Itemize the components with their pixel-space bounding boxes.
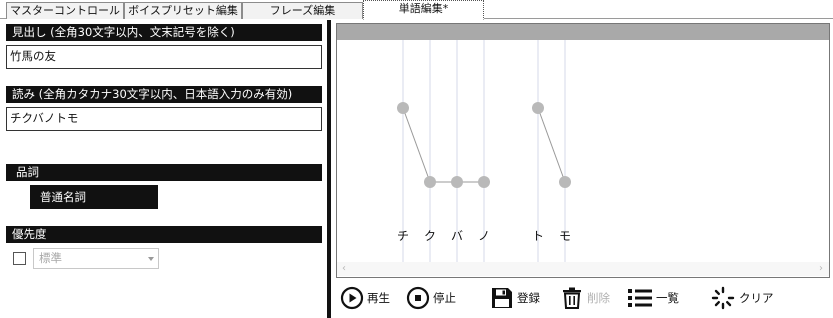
chevron-down-icon xyxy=(148,257,154,261)
stop-label: 停止 xyxy=(433,291,456,305)
tab-word-edit[interactable]: 単語編集* xyxy=(363,0,484,20)
tab-voice-preset-edit[interactable]: ボイスプリセット編集 xyxy=(124,2,242,19)
register-label: 登録 xyxy=(517,291,540,305)
part-of-speech-header: 品詞 xyxy=(6,164,322,181)
spinner-clear-icon xyxy=(711,286,735,310)
priority-select[interactable]: 標準 xyxy=(33,248,159,269)
delete-label: 削除 xyxy=(587,291,610,305)
register-button[interactable]: 登録 xyxy=(490,284,540,312)
floppy-disk-icon xyxy=(492,288,512,308)
tab-bar: マスターコントロール ボイスプリセット編集 フレーズ編集 単語編集* xyxy=(0,0,833,20)
priority-select-value: 標準 xyxy=(39,251,62,265)
clear-label: クリア xyxy=(739,291,774,305)
play-label: 再生 xyxy=(367,291,390,305)
priority-checkbox[interactable] xyxy=(13,252,26,265)
mora-label: ク xyxy=(424,229,436,243)
list-icon xyxy=(628,289,652,307)
play-circle-icon xyxy=(340,286,364,310)
scroll-right-icon[interactable]: › xyxy=(815,262,827,276)
accent-point[interactable] xyxy=(532,102,544,114)
mora-label: バ xyxy=(451,229,463,243)
accent-point[interactable] xyxy=(559,176,571,188)
play-button[interactable]: 再生 xyxy=(340,284,390,312)
accent-connector xyxy=(402,107,431,183)
list-button[interactable]: 一覧 xyxy=(627,284,679,312)
horizontal-scrollbar[interactable] xyxy=(337,262,829,276)
reading-header: 読み (全角カタカナ30文字以内、日本語入力のみ有効) xyxy=(6,86,322,103)
accent-connector xyxy=(537,107,566,183)
stop-circle-icon xyxy=(406,286,430,310)
part-of-speech-button[interactable]: 普通名詞 xyxy=(30,185,158,209)
trash-icon xyxy=(563,287,581,309)
accent-point[interactable] xyxy=(424,176,436,188)
reading-input[interactable]: チクバノトモ xyxy=(6,107,322,131)
accent-graph[interactable]: チクバノトモ xyxy=(337,40,829,262)
tab-phrase-edit[interactable]: フレーズ編集 xyxy=(242,2,363,19)
mora-label: ト xyxy=(532,229,544,243)
mora-label: ノ xyxy=(478,229,490,243)
accent-point[interactable] xyxy=(397,102,409,114)
list-label: 一覧 xyxy=(656,291,679,305)
delete-button[interactable]: 削除 xyxy=(560,284,610,312)
headword-header: 見出し (全角30文字以内、文末記号を除く) xyxy=(6,24,322,41)
accent-point[interactable] xyxy=(478,176,490,188)
headword-input[interactable]: 竹馬の友 xyxy=(6,45,322,69)
accent-point[interactable] xyxy=(451,176,463,188)
tab-master-control[interactable]: マスターコントロール xyxy=(6,2,124,19)
stop-button[interactable]: 停止 xyxy=(406,284,456,312)
priority-header: 優先度 xyxy=(6,226,322,243)
scroll-left-icon[interactable]: ‹ xyxy=(338,262,350,276)
accent-editor-header-bar xyxy=(337,24,829,40)
mora-label: チ xyxy=(397,229,409,243)
mora-label: モ xyxy=(559,229,571,243)
clear-button[interactable]: クリア xyxy=(710,284,774,312)
